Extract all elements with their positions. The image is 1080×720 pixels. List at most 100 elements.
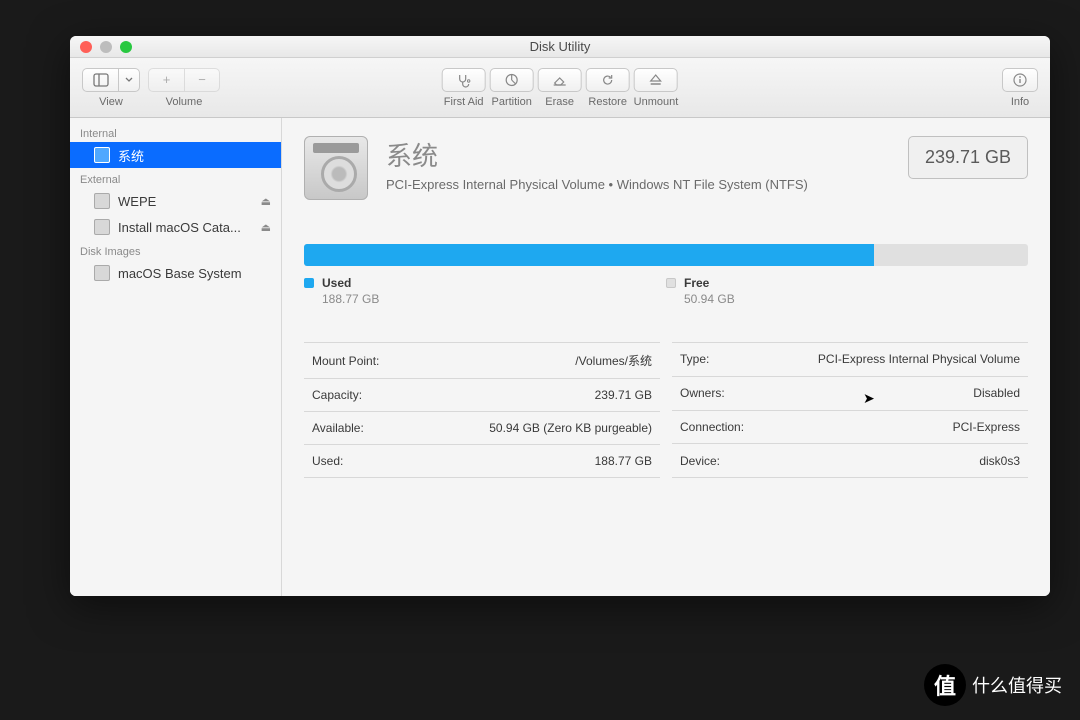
sidebar-item-diskimage-0[interactable]: macOS Base System bbox=[70, 260, 281, 286]
first-aid-button[interactable] bbox=[442, 68, 486, 92]
volume-disk-icon bbox=[304, 136, 368, 200]
toolbar: View + − Volume First Aid Partition Eras… bbox=[70, 58, 1050, 118]
stethoscope-icon bbox=[456, 72, 472, 88]
watermark: 值 什么值得买 bbox=[924, 664, 1062, 706]
detail-val: /Volumes/系统 bbox=[417, 343, 660, 379]
disk-icon bbox=[94, 219, 110, 235]
eject-icon[interactable]: ⏏ bbox=[261, 195, 271, 208]
volume-size-badge: 239.71 GB bbox=[908, 136, 1028, 179]
free-value: 50.94 GB bbox=[684, 292, 1028, 306]
info-button[interactable] bbox=[1002, 68, 1038, 92]
detail-row: Available:50.94 GB (Zero KB purgeable) bbox=[304, 412, 660, 445]
info-label: Info bbox=[1011, 96, 1029, 108]
sidebar-item-internal-0[interactable]: 系统 bbox=[70, 142, 281, 168]
swatch-free-icon bbox=[666, 278, 676, 288]
usage-bar-used bbox=[304, 244, 874, 266]
toolbar-center: First Aid Partition Erase Restore Unmoun… bbox=[442, 68, 679, 108]
used-label: Used bbox=[322, 276, 351, 290]
detail-row: Capacity:239.71 GB bbox=[304, 379, 660, 412]
sidebar-item-label: Install macOS Cata... bbox=[118, 220, 241, 235]
eject-icon[interactable]: ⏏ bbox=[261, 221, 271, 234]
restore-label: Restore bbox=[588, 96, 627, 108]
detail-row: Connection:PCI-Express bbox=[672, 410, 1028, 444]
view-menu-button[interactable] bbox=[118, 68, 140, 92]
window-title: Disk Utility bbox=[530, 39, 591, 54]
sidebar-item-label: 系统 bbox=[118, 146, 144, 165]
restore-button[interactable] bbox=[586, 68, 630, 92]
first-aid-label: First Aid bbox=[444, 96, 484, 108]
usage-legend: Used 188.77 GB Free 50.94 GB bbox=[304, 276, 1028, 306]
zoom-icon[interactable] bbox=[120, 41, 132, 53]
detail-key: Available: bbox=[304, 412, 417, 445]
detail-row: Owners:Disabled bbox=[672, 376, 1028, 410]
detail-row: Used:188.77 GB bbox=[304, 445, 660, 478]
view-group: View bbox=[82, 68, 140, 108]
sidebar-item-label: WEPE bbox=[118, 194, 156, 209]
usage-bar bbox=[304, 244, 1028, 266]
pie-icon bbox=[504, 72, 520, 88]
erase-icon bbox=[552, 72, 568, 88]
sidebar-item-label: macOS Base System bbox=[118, 266, 242, 281]
detail-val: 50.94 GB (Zero KB purgeable) bbox=[417, 412, 660, 445]
info-group: Info bbox=[1002, 68, 1038, 108]
info-icon bbox=[1012, 72, 1028, 88]
sidebar: Internal 系统 External WEPE ⏏ Install macO… bbox=[70, 118, 282, 596]
sidebar-item-external-0[interactable]: WEPE ⏏ bbox=[70, 188, 281, 214]
view-label: View bbox=[99, 96, 123, 108]
volume-remove-button: − bbox=[184, 68, 220, 92]
detail-val: PCI-Express bbox=[768, 410, 1028, 444]
eject-icon bbox=[648, 72, 664, 88]
sidebar-toggle-button[interactable] bbox=[82, 68, 118, 92]
erase-button[interactable] bbox=[538, 68, 582, 92]
used-value: 188.77 GB bbox=[322, 292, 666, 306]
detail-key: Mount Point: bbox=[304, 343, 417, 379]
free-label: Free bbox=[684, 276, 709, 290]
unmount-label: Unmount bbox=[634, 96, 679, 108]
disk-utility-window: Disk Utility View + − Volume First Aid P bbox=[70, 36, 1050, 596]
partition-button[interactable] bbox=[490, 68, 534, 92]
disk-icon bbox=[94, 265, 110, 281]
unmount-button[interactable] bbox=[634, 68, 678, 92]
main-pane: 系统 PCI-Express Internal Physical Volume … bbox=[282, 118, 1050, 596]
details-right-table: Type:PCI-Express Internal Physical Volum… bbox=[672, 342, 1028, 478]
sidebar-header-internal: Internal bbox=[70, 122, 281, 142]
usage-section: Used 188.77 GB Free 50.94 GB bbox=[304, 244, 1028, 306]
titlebar[interactable]: Disk Utility bbox=[70, 36, 1050, 58]
detail-row: Mount Point:/Volumes/系统 bbox=[304, 343, 660, 379]
volume-heading: 系统 PCI-Express Internal Physical Volume … bbox=[386, 136, 808, 192]
disk-icon bbox=[94, 193, 110, 209]
volume-group: + − Volume bbox=[148, 68, 220, 108]
partition-label: Partition bbox=[491, 96, 531, 108]
detail-val: 239.71 GB bbox=[417, 379, 660, 412]
traffic-lights bbox=[80, 41, 132, 53]
detail-val: disk0s3 bbox=[768, 444, 1028, 478]
detail-val: PCI-Express Internal Physical Volume bbox=[768, 343, 1028, 377]
sidebar-header-diskimages: Disk Images bbox=[70, 240, 281, 260]
restore-icon bbox=[600, 72, 616, 88]
volume-add-button: + bbox=[148, 68, 184, 92]
chevron-down-icon bbox=[125, 77, 133, 83]
detail-key: Capacity: bbox=[304, 379, 417, 412]
minimize-icon[interactable] bbox=[100, 41, 112, 53]
detail-key: Device: bbox=[672, 444, 768, 478]
detail-key: Used: bbox=[304, 445, 417, 478]
window-body: Internal 系统 External WEPE ⏏ Install macO… bbox=[70, 118, 1050, 596]
sidebar-item-external-1[interactable]: Install macOS Cata... ⏏ bbox=[70, 214, 281, 240]
detail-row: Type:PCI-Express Internal Physical Volum… bbox=[672, 343, 1028, 377]
detail-key: Type: bbox=[672, 343, 768, 377]
swatch-used-icon bbox=[304, 278, 314, 288]
watermark-text: 什么值得买 bbox=[972, 672, 1062, 698]
volume-subtitle: PCI-Express Internal Physical Volume • W… bbox=[386, 177, 808, 192]
detail-key: Connection: bbox=[672, 410, 768, 444]
details-left-table: Mount Point:/Volumes/系统 Capacity:239.71 … bbox=[304, 342, 660, 478]
detail-key: Owners: bbox=[672, 376, 768, 410]
disk-icon bbox=[94, 147, 110, 163]
volume-name: 系统 bbox=[386, 136, 808, 173]
detail-row: Device:disk0s3 bbox=[672, 444, 1028, 478]
close-icon[interactable] bbox=[80, 41, 92, 53]
sidebar-icon bbox=[93, 72, 109, 88]
erase-label: Erase bbox=[545, 96, 574, 108]
volume-header: 系统 PCI-Express Internal Physical Volume … bbox=[304, 136, 1028, 200]
volume-label: Volume bbox=[166, 96, 203, 108]
detail-val: Disabled bbox=[768, 376, 1028, 410]
